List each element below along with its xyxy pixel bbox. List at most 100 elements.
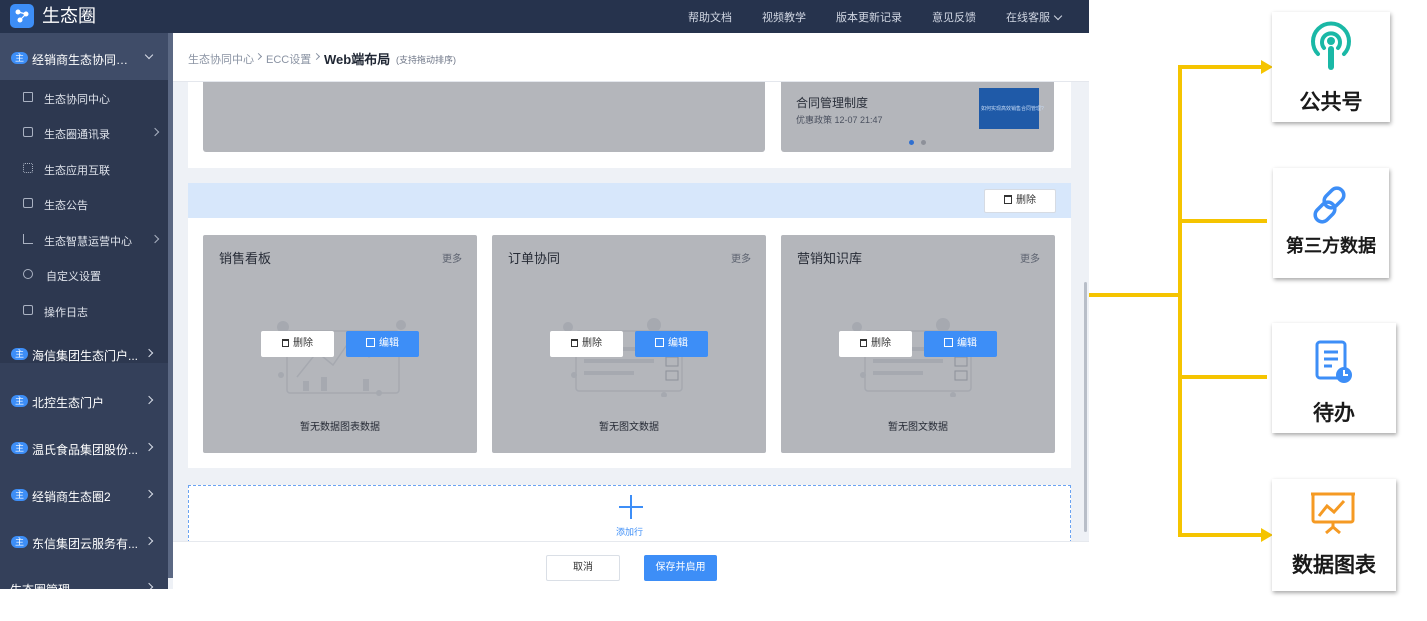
home-icon xyxy=(23,92,33,102)
sidebar-group-label: 温氏食品集团股份... xyxy=(32,443,138,457)
news-meta: 优惠政策 12-07 21:47 xyxy=(796,115,883,125)
sidebar-item-label: 操作日志 xyxy=(44,307,88,319)
apps-grid-icon xyxy=(23,163,33,173)
chevron-right-icon xyxy=(144,582,154,589)
banner-module[interactable] xyxy=(203,82,765,152)
chevron-right-icon xyxy=(150,234,160,244)
sidebar-item-contacts[interactable]: 生态圈通讯录 xyxy=(0,115,168,150)
log-icon xyxy=(23,305,33,315)
empty-state-text: 暂无数据图表数据 xyxy=(300,422,380,433)
layout-row-1[interactable]: 合同管理制度 优惠政策 12-07 21:47 如何实现高效销售合同管理? xyxy=(188,82,1071,168)
carousel-dot-active[interactable] xyxy=(909,140,914,145)
card-more-link[interactable]: 更多 xyxy=(442,250,462,265)
trash-icon xyxy=(860,339,867,347)
card-more-link[interactable]: 更多 xyxy=(731,250,751,265)
delete-label: 删除 xyxy=(293,338,313,349)
empty-state-text: 暂无图文数据 xyxy=(599,422,659,433)
card-edit-button[interactable]: 编辑 xyxy=(346,331,419,357)
contacts-icon xyxy=(23,127,33,137)
empty-state-text: 暂无图文数据 xyxy=(888,422,948,433)
sidebar-group-dealer-2[interactable]: 主 经销商生态圈2 xyxy=(0,472,168,519)
trash-icon xyxy=(571,339,578,347)
chevron-right-icon xyxy=(144,489,154,499)
sidebar-group-label: 北控生态门户 xyxy=(32,396,105,410)
card-delete-button[interactable]: 删除 xyxy=(261,331,334,357)
delete-label: 删除 xyxy=(871,338,891,349)
breadcrumb: 生态协同中心 ECC设置 Web端布局 (支持拖动排序) xyxy=(173,33,1089,82)
sidebar-item-label: 生态公告 xyxy=(44,200,88,212)
main-content: 生态协同中心 ECC设置 Web端布局 (支持拖动排序) 合同管理制度 优惠政策… xyxy=(173,33,1089,589)
sidebar-group-hisense[interactable]: 主 海信集团生态门户... xyxy=(0,331,168,378)
card-more-link[interactable]: 更多 xyxy=(1020,250,1040,265)
link-icon xyxy=(1313,186,1346,224)
scrollbar-thumb[interactable] xyxy=(1084,282,1087,532)
chevron-down-icon xyxy=(144,50,154,60)
annotation-card-public-account: 公共号 xyxy=(1272,12,1390,122)
main-tag-badge: 主 xyxy=(11,348,28,360)
module-card-order-collab[interactable]: 订单协同 更多 删除 编辑 暂无图文数据 xyxy=(492,235,766,453)
sidebar-group-label: 经销商生态圈2 xyxy=(32,490,111,504)
news-carousel-module[interactable]: 合同管理制度 优惠政策 12-07 21:47 如何实现高效销售合同管理? xyxy=(781,82,1054,152)
sidebar-item-eco-center[interactable]: 生态协同中心 xyxy=(0,80,168,115)
layout-row-2-header: 删除 xyxy=(188,183,1071,218)
annotation-card-third-party-data: 第三方数据 xyxy=(1273,168,1389,278)
thumbnail-text: 如何实现高效销售合同管理? xyxy=(981,106,1044,112)
help-docs-link[interactable]: 帮助文档 xyxy=(688,9,732,25)
connector-line xyxy=(1178,375,1267,379)
document-icon xyxy=(23,198,33,208)
sidebar-group-eco-manage[interactable]: 生态圈管理 xyxy=(0,566,168,589)
sidebar-item-custom-settings[interactable]: 自定义设置 xyxy=(0,257,168,292)
add-row-button[interactable]: 添加行 xyxy=(188,485,1071,543)
main-tag-badge: 主 xyxy=(11,52,28,64)
video-tutorial-link[interactable]: 视频教学 xyxy=(762,9,806,25)
chart-line-icon xyxy=(23,234,33,244)
card-delete-button[interactable]: 删除 xyxy=(839,331,912,357)
sidebar-item-operation-log[interactable]: 操作日志 xyxy=(0,293,168,328)
save-and-enable-button[interactable]: 保存并启用 xyxy=(644,555,717,581)
news-thumbnail: 如何实现高效销售合同管理? xyxy=(979,88,1044,129)
sidebar-group-dongxin[interactable]: 主 东信集团云服务有... xyxy=(0,519,168,566)
card-edit-button[interactable]: 编辑 xyxy=(635,331,708,357)
card-title: 订单协同 xyxy=(508,251,561,266)
connector-line xyxy=(1178,533,1261,537)
chevron-right-icon xyxy=(144,442,154,452)
cancel-button[interactable]: 取消 xyxy=(546,555,620,581)
annotation-label: 第三方数据 xyxy=(1286,236,1376,256)
connector-line xyxy=(1178,65,1261,69)
online-support-menu[interactable]: 在线客服 xyxy=(1006,9,1063,25)
card-edit-button[interactable]: 编辑 xyxy=(924,331,997,357)
sidebar-group-active[interactable]: 主 经销商生态协同平台 xyxy=(0,33,168,80)
card-title: 营销知识库 xyxy=(797,251,863,266)
sidebar-item-announcement[interactable]: 生态公告 xyxy=(0,186,168,221)
sidebar-group-beikong[interactable]: 主 北控生态门户 xyxy=(0,378,168,425)
sidebar-item-ops-center[interactable]: 生态智慧运营中心 xyxy=(0,222,168,257)
edit-icon xyxy=(944,338,953,347)
card-delete-button[interactable]: 删除 xyxy=(550,331,623,357)
main-tag-badge: 主 xyxy=(11,395,28,407)
changelog-link[interactable]: 版本更新记录 xyxy=(836,9,902,25)
sidebar-item-label: 自定义设置 xyxy=(46,271,101,283)
edit-label: 编辑 xyxy=(957,338,977,349)
carousel-dot[interactable] xyxy=(921,140,926,145)
add-row-label: 添加行 xyxy=(615,527,643,537)
sidebar-item-label: 生态智慧运营中心 xyxy=(44,236,132,248)
content-scrollbar[interactable] xyxy=(1083,82,1089,541)
breadcrumb-eco-center[interactable]: 生态协同中心 xyxy=(188,51,254,67)
todo-document-icon xyxy=(1315,340,1352,383)
sidebar-item-app-interconnect[interactable]: 生态应用互联 xyxy=(0,151,168,186)
settings-circle-icon xyxy=(23,269,33,279)
sidebar-group-label: 东信集团云服务有... xyxy=(32,537,138,551)
delete-row-button[interactable]: 删除 xyxy=(984,189,1056,213)
sidebar-item-label: 生态协同中心 xyxy=(44,94,110,106)
drag-sort-hint: (支持拖动排序) xyxy=(396,55,456,65)
breadcrumb-ecc-settings[interactable]: ECC设置 xyxy=(266,51,311,67)
chevron-down-icon xyxy=(1053,11,1063,20)
feedback-link[interactable]: 意见反馈 xyxy=(932,9,976,25)
module-card-sales-board[interactable]: 销售看板 更多 删除 编辑 暂无数据图表数据 xyxy=(203,235,477,453)
sidebar-group-wens[interactable]: 主 温氏食品集团股份... xyxy=(0,425,168,472)
annotation-card-todo: 待办 xyxy=(1272,323,1396,433)
news-title: 合同管理制度 xyxy=(796,96,869,110)
module-card-marketing-kb[interactable]: 营销知识库 更多 删除 编辑 暂无图文数据 xyxy=(781,235,1055,453)
plus-icon xyxy=(619,495,643,519)
edit-label: 编辑 xyxy=(668,338,688,349)
